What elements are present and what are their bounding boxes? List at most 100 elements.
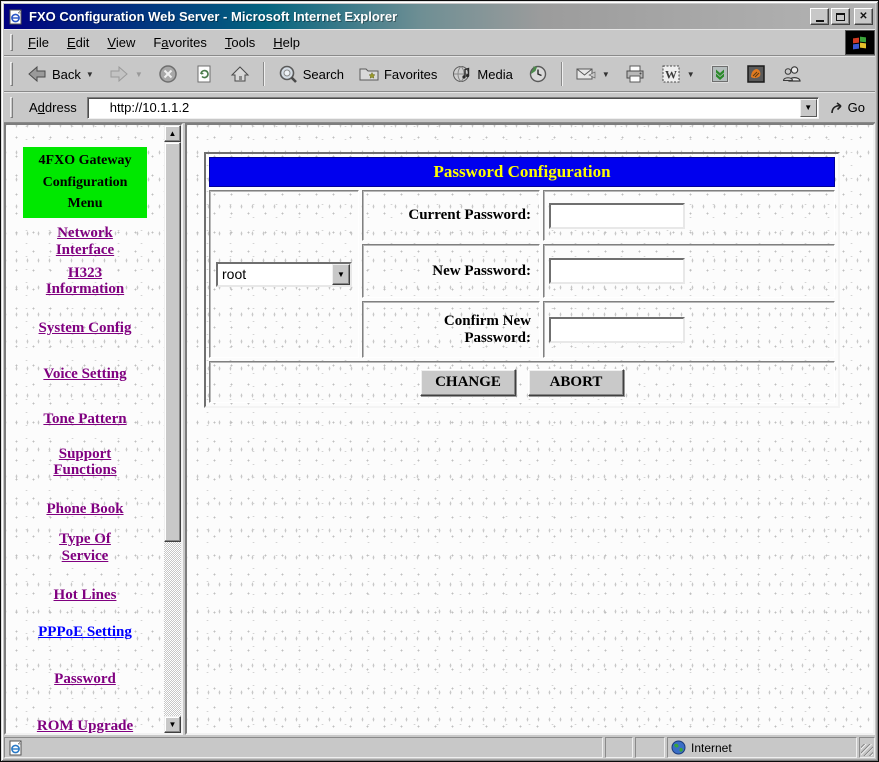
scrollbar-track[interactable] [164, 542, 181, 716]
confirm-new-password-label: Confirm New Password: [362, 301, 540, 358]
mail-icon [576, 68, 596, 80]
sidebar-item-h323-information[interactable]: H323 Information [6, 265, 164, 299]
minimize-button[interactable] [810, 8, 829, 25]
menu-header: 4FXO Gateway Configuration Menu [23, 147, 147, 219]
address-bar: Address http://10.1.1.2 ▼ Go [4, 92, 875, 123]
current-password-cell [543, 190, 835, 241]
menu-bar: File Edit View Favorites Tools Help [4, 29, 875, 56]
scroll-down-icon[interactable]: ▼ [164, 716, 181, 733]
status-bar: Internet [4, 735, 875, 758]
confirm-new-password-field[interactable] [549, 316, 685, 343]
sidebar-item-rom-upgrade[interactable]: ROM Upgrade [6, 718, 164, 733]
sidebar-item-pppoe-setting[interactable]: PPPoE Setting [6, 624, 164, 641]
back-icon [28, 65, 46, 83]
abort-button[interactable]: ABORT [528, 368, 624, 396]
forward-dropdown-icon[interactable]: ▼ [135, 70, 143, 79]
current-password-field[interactable] [549, 202, 685, 229]
address-dropdown-icon[interactable]: ▼ [799, 98, 817, 117]
ie-page-icon [9, 739, 22, 755]
sidebar-item-support-functions[interactable]: Support Functions [6, 446, 164, 480]
address-url[interactable]: http://10.1.1.2 [110, 100, 800, 115]
menu-favorites[interactable]: Favorites [144, 31, 216, 54]
status-pane [635, 737, 665, 758]
sidebar-item-hot-lines[interactable]: Hot Lines [6, 587, 164, 604]
browser-window: FXO Configuration Web Server - Microsoft… [0, 0, 879, 762]
stop-button[interactable] [150, 59, 186, 89]
back-button[interactable]: Back ▼ [19, 59, 101, 89]
status-main-pane [4, 737, 603, 758]
sidebar-item-type-of-service[interactable]: Type Of Service [6, 531, 164, 565]
history-button[interactable] [520, 59, 556, 89]
user-select-cell: root ▼ [209, 190, 359, 358]
go-button[interactable]: Go [825, 98, 873, 117]
back-dropdown-icon[interactable]: ▼ [86, 70, 94, 79]
resize-grip[interactable] [859, 737, 875, 758]
window-title: FXO Configuration Web Server - Microsoft… [29, 9, 398, 24]
messenger-icon [746, 65, 765, 83]
related-links-button[interactable] [702, 59, 738, 89]
ie-page-icon [9, 8, 22, 24]
search-button[interactable]: Search [270, 59, 351, 89]
browser-content: 4FXO Gateway Configuration Menu Network … [4, 123, 875, 735]
new-password-cell [543, 244, 835, 298]
toolbar-separator [262, 62, 265, 86]
address-input[interactable]: http://10.1.1.2 ▼ [86, 96, 819, 119]
edit-button[interactable]: W ▼ [653, 59, 702, 89]
sidebar-item-password[interactable]: Password [6, 671, 164, 688]
home-button[interactable] [222, 59, 258, 89]
menu-file[interactable]: File [19, 31, 58, 54]
toolbar-separator [560, 62, 563, 86]
current-password-label: Current Password: [362, 190, 540, 241]
user-select[interactable]: root ▼ [216, 261, 352, 287]
search-icon [279, 65, 297, 83]
sidebar-item-voice-setting[interactable]: Voice Setting [6, 366, 164, 383]
menu-help[interactable]: Help [264, 31, 309, 54]
menu-edit[interactable]: Edit [58, 31, 98, 54]
discuss-icon [782, 66, 801, 82]
scrollbar-thumb[interactable] [164, 142, 181, 542]
home-icon [230, 66, 249, 82]
messenger-button[interactable] [738, 59, 774, 89]
sidebar-item-system-config[interactable]: System Config [6, 320, 164, 337]
sidebar-item-phone-book[interactable]: Phone Book [6, 501, 164, 518]
sidebar-item-network-interface[interactable]: Network Interface [6, 225, 164, 259]
toolbar-grip[interactable] [10, 97, 13, 118]
svg-text:W: W [665, 68, 677, 82]
go-arrow-icon [830, 101, 842, 113]
windows-throbber-icon [845, 30, 875, 55]
media-button[interactable]: Media [444, 59, 519, 89]
edit-word-icon: W [662, 65, 680, 83]
maximize-button[interactable] [831, 8, 850, 25]
forward-button[interactable]: ▼ [101, 59, 150, 89]
internet-globe-icon [671, 740, 686, 755]
standard-toolbar: Back ▼ ▼ Search Favorites Media ▼ W ▼ [4, 56, 875, 92]
sidebar-frame: 4FXO Gateway Configuration Menu Network … [4, 123, 183, 735]
discuss-button[interactable] [774, 59, 810, 89]
media-icon [453, 66, 470, 82]
close-button[interactable]: ✕ [854, 8, 873, 25]
menu-view[interactable]: View [98, 31, 144, 54]
mail-button[interactable]: ▼ [568, 59, 617, 89]
form-buttons-row: CHANGE ABORT [209, 361, 835, 403]
confirm-new-password-cell [543, 301, 835, 358]
sidebar-item-tone-pattern[interactable]: Tone Pattern [6, 411, 164, 428]
mail-dropdown-icon[interactable]: ▼ [602, 70, 610, 79]
edit-dropdown-icon[interactable]: ▼ [687, 70, 695, 79]
user-select-value: root [222, 266, 247, 282]
scroll-up-icon[interactable]: ▲ [164, 125, 181, 142]
print-button[interactable] [617, 59, 653, 89]
toolbar-grip[interactable] [10, 33, 13, 52]
favorites-button[interactable]: Favorites [351, 59, 444, 89]
refresh-button[interactable] [186, 59, 222, 89]
main-frame: Password Configuration root ▼ Current Pa… [185, 123, 875, 735]
status-zone-pane: Internet [667, 737, 857, 758]
page-title: Password Configuration [433, 162, 611, 181]
sidebar-scrollbar[interactable]: ▲ ▼ [164, 125, 181, 733]
toolbar-grip[interactable] [10, 62, 13, 86]
new-password-field[interactable] [549, 258, 685, 284]
password-configuration-table: Password Configuration root ▼ Current Pa… [204, 152, 840, 408]
menu-tools[interactable]: Tools [216, 31, 264, 54]
change-button[interactable]: CHANGE [420, 368, 516, 396]
history-icon [529, 65, 547, 83]
select-dropdown-icon[interactable]: ▼ [332, 263, 350, 285]
